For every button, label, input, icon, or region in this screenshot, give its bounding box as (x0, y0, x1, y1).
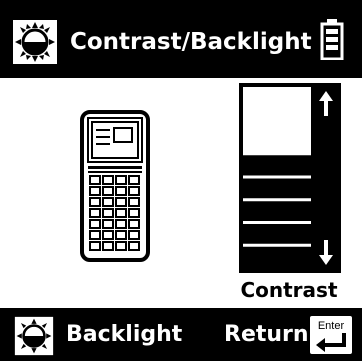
battery-icon (320, 19, 344, 60)
page-title: Contrast/Backlight (70, 29, 312, 55)
enter-key-text: Enter (318, 320, 345, 332)
backlight-label: Backlight (66, 322, 183, 347)
contrast-step-filled (243, 155, 311, 178)
contrast-step-filled (243, 200, 311, 224)
contrast-step-filled (243, 178, 311, 201)
return-button[interactable]: Return Enter (210, 308, 362, 361)
contrast-step-divider (243, 243, 311, 247)
contrast-slider[interactable] (238, 82, 342, 274)
title-bar: Contrast/Backlight (0, 0, 362, 78)
bottom-bar: Backlight Return Enter (0, 308, 362, 361)
contrast-step-divider (243, 221, 311, 224)
contrast-label: Contrast (240, 278, 338, 302)
contrast-step-filled (243, 223, 311, 247)
contrast-backlight-screen: Contrast/Backlight Contrast Backlight Re… (0, 0, 362, 361)
contrast-step-divider (243, 198, 311, 202)
backlight-sun-icon (13, 20, 57, 64)
return-label: Return (224, 322, 309, 347)
backlight-sun-icon (14, 316, 54, 356)
content-area: Contrast (0, 78, 362, 308)
enter-key-icon: Enter (308, 314, 354, 356)
backlight-button[interactable]: Backlight (0, 308, 200, 361)
contrast-step-filled (243, 246, 311, 269)
handheld-device-icon (80, 110, 150, 262)
contrast-step-divider (243, 175, 311, 179)
